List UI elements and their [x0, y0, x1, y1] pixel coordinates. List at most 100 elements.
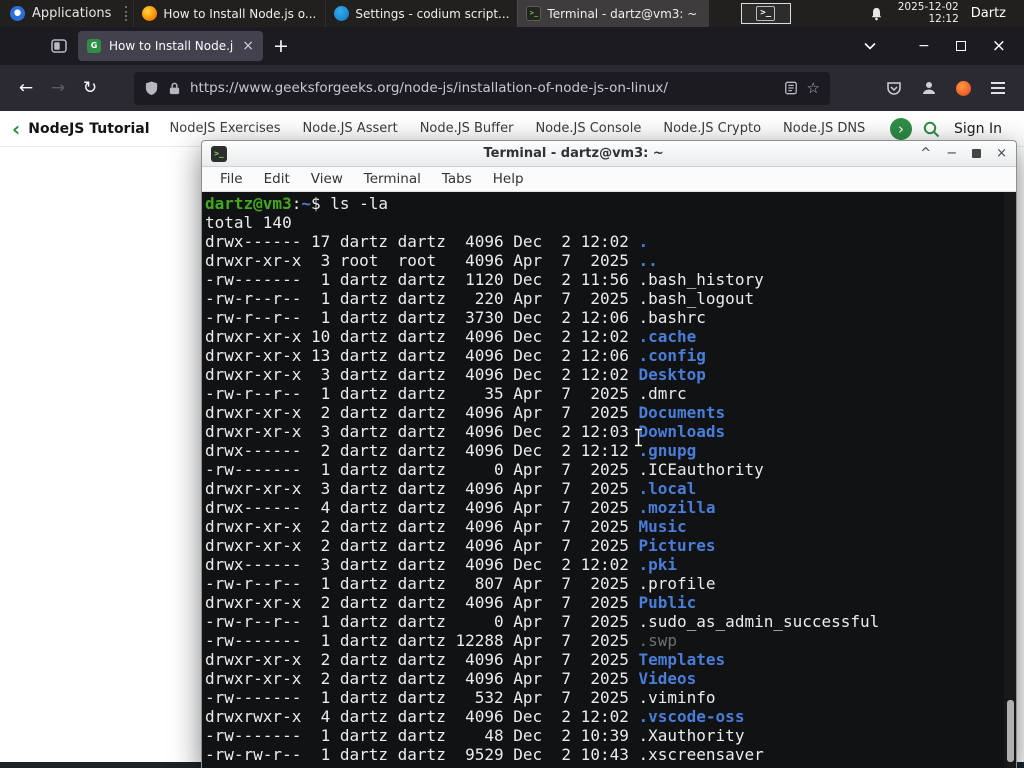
taskbar: How to Install Node.js o... Settings - co…	[133, 0, 710, 27]
firefox-icon	[142, 6, 158, 21]
taskbar-item[interactable]: Settings - codium script...	[325, 0, 517, 27]
terminal-menubar: File Edit View Terminal Tabs Help	[202, 167, 1016, 192]
terminal-line: drwxr-xr-x 2 dartz dartz 4096 Apr 7 2025…	[205, 517, 687, 536]
list-all-tabs-icon[interactable]	[864, 42, 876, 50]
site-nav-item[interactable]: Node.JS Assert	[303, 121, 398, 136]
reader-view-icon[interactable]	[784, 81, 798, 95]
window-minimize-button[interactable]: −	[918, 38, 930, 54]
terminal-line: -rw-r--r-- 1 dartz dartz 220 Apr 7 2025 …	[205, 289, 755, 308]
taskbar-item-title: How to Install Node.js o...	[163, 6, 317, 21]
site-nav-item[interactable]: Node.JS Console	[535, 121, 641, 136]
terminal-menu-item[interactable]: View	[311, 171, 343, 187]
terminal-line: -rw------- 1 dartz dartz 532 Apr 7 2025 …	[205, 688, 716, 707]
sign-in-button[interactable]: Sign In	[954, 121, 1002, 137]
notification-bell-icon[interactable]	[869, 6, 884, 22]
site-nav-item[interactable]: Node.JS DNS	[783, 121, 865, 136]
taskbar-item[interactable]: >_ Terminal - dartz@vm3: ~	[517, 0, 710, 27]
terminal-line: -rw------- 1 dartz dartz 48 Dec 2 10:39 …	[205, 726, 745, 745]
lock-icon[interactable]	[168, 81, 181, 96]
terminal-minimize-button[interactable]: −	[946, 147, 957, 160]
terminal-output: dartz@vm3:~$ ls -la total 140 drwx------ 1…	[205, 194, 1002, 764]
applications-label: Applications	[32, 6, 112, 21]
terminal-menu-item[interactable]: Terminal	[364, 171, 421, 187]
terminal-line: drwx------ 4 dartz dartz 4096 Apr 7 2025…	[205, 498, 716, 517]
terminal-app-icon: >_	[211, 145, 227, 162]
terminal-line: drwxr-xr-x 13 dartz dartz 4096 Dec 2 12:…	[205, 346, 706, 365]
terminal-scrollbar[interactable]	[1004, 192, 1016, 768]
new-tab-button[interactable]: +	[273, 35, 289, 57]
terminal-line: drwxr-xr-x 3 dartz dartz 4096 Apr 7 2025…	[205, 479, 697, 498]
terminal-line: drwxr-xr-x 3 dartz dartz 4096 Dec 2 12:0…	[205, 365, 706, 384]
reload-button[interactable]: ↻	[74, 72, 106, 104]
taskbar-item-title: Terminal - dartz@vm3: ~	[547, 6, 698, 21]
terminal-line: drwxr-xr-x 2 dartz dartz 4096 Apr 7 2025…	[205, 669, 697, 688]
terminal-titlebar[interactable]: >_ Terminal - dartz@vm3: ~ ^ − ×	[202, 141, 1016, 167]
terminal-maximize-button[interactable]	[972, 149, 982, 158]
terminal-line: -rw------- 1 dartz dartz 12288 Apr 7 202…	[205, 631, 678, 650]
terminal-window-controls: ^ − ×	[920, 147, 1007, 160]
panel-user-label: Dartz	[970, 6, 1006, 21]
terminal-menu-item[interactable]: Edit	[264, 171, 290, 187]
site-nav-item[interactable]: NodeJS Exercises	[170, 121, 281, 136]
browser-navbar: ← → ↻ https://www.geeksforgeeks.org/node…	[0, 65, 1024, 111]
clock-date: 2025-12-02	[897, 1, 959, 13]
top-panel: Applications How to Install Node.js o...…	[0, 0, 1024, 27]
terminal-prompt-line: dartz@vm3:~$ ls -la	[205, 194, 389, 213]
panel-right: >_ 2025-12-02 12:12 Dartz	[740, 1, 1024, 25]
terminal-menu-item[interactable]: File	[220, 171, 243, 187]
terminal-menu-item[interactable]: Tabs	[442, 171, 472, 187]
nav-scroll-right-icon[interactable]: ›	[890, 117, 912, 140]
applications-icon	[10, 6, 25, 21]
browser-window-controls: − ×	[918, 36, 1006, 56]
terminal-total-line: total 140	[205, 213, 292, 232]
terminal-menu-item[interactable]: Help	[493, 171, 524, 187]
extension-icon[interactable]	[956, 80, 971, 96]
bookmark-star-icon[interactable]: ☆	[807, 79, 820, 97]
menu-hamburger-icon[interactable]	[990, 81, 1006, 95]
firefox-view-icon[interactable]	[46, 33, 72, 59]
site-nav-primary[interactable]: NodeJS Tutorial	[28, 121, 149, 137]
forward-button[interactable]: →	[42, 72, 74, 104]
terminal-line: drwxr-xr-x 3 dartz dartz 4096 Dec 2 12:0…	[205, 422, 726, 441]
terminal-title: Terminal - dartz@vm3: ~	[483, 146, 664, 161]
window-close-button[interactable]: ×	[992, 36, 1006, 56]
site-nav-items: NodeJS Exercises Node.JS Assert Node.JS Bu…	[170, 121, 880, 136]
site-nav-item[interactable]: Node.JS Crypto	[663, 121, 761, 136]
back-button[interactable]: ←	[10, 72, 42, 104]
terminal-line: drwxr-xr-x 2 dartz dartz 4096 Apr 7 2025…	[205, 536, 716, 555]
browser-tab[interactable]: G How to Install Node.js on ×	[78, 31, 263, 61]
account-icon[interactable]	[921, 80, 937, 96]
url-bar[interactable]: https://www.geeksforgeeks.org/node-js/in…	[134, 71, 830, 105]
toolbar-right-icons	[886, 80, 1006, 96]
applications-menu[interactable]: Applications	[0, 0, 121, 27]
terminal-line: -rw-r--r-- 1 dartz dartz 0 Apr 7 2025 .s…	[205, 612, 880, 631]
geeksforgeeks-favicon: G	[87, 39, 101, 53]
terminal-shade-button[interactable]: ^	[920, 147, 931, 160]
pocket-icon[interactable]	[886, 80, 902, 96]
scrollbar-thumb[interactable]	[1007, 700, 1014, 762]
nav-scroll-left-icon[interactable]: ‹	[12, 117, 20, 141]
terminal-line: drwxr-xr-x 2 dartz dartz 4096 Apr 7 2025…	[205, 593, 697, 612]
browser-tabbar: G How to Install Node.js on × + − ×	[0, 27, 1024, 65]
tracking-shield-icon[interactable]	[144, 80, 159, 96]
terminal-glyph: >_	[756, 6, 776, 21]
terminal-line: drwxr-xr-x 2 dartz dartz 4096 Apr 7 2025…	[205, 403, 726, 422]
panel-clock[interactable]: 2025-12-02 12:12	[897, 1, 959, 25]
terminal-line: drwx------ 17 dartz dartz 4096 Dec 2 12:…	[205, 232, 649, 251]
terminal-line: -rw------- 1 dartz dartz 0 Apr 7 2025 .I…	[205, 460, 764, 479]
tab-close-icon[interactable]: ×	[242, 38, 254, 54]
site-nav-item[interactable]: Node.JS Buffer	[420, 121, 514, 136]
terminal-body[interactable]: dartz@vm3:~$ ls -la total 140 drwx------ 1…	[202, 192, 1016, 768]
terminal-line: drwxrwxr-x 4 dartz dartz 4096 Dec 2 12:0…	[205, 707, 745, 726]
window-maximize-button[interactable]	[955, 41, 966, 51]
codium-icon	[334, 6, 350, 21]
terminal-close-button[interactable]: ×	[996, 147, 1007, 160]
terminal-line: -rw------- 1 dartz dartz 1120 Dec 2 11:5…	[205, 270, 764, 289]
terminal-line: drwxr-xr-x 2 dartz dartz 4096 Apr 7 2025…	[205, 650, 726, 669]
tray-terminal-icon[interactable]: >_	[740, 3, 791, 24]
terminal-line: -rw-r--r-- 1 dartz dartz 35 Apr 7 2025 .…	[205, 384, 687, 403]
terminal-line: drwx------ 3 dartz dartz 4096 Dec 2 12:0…	[205, 555, 678, 574]
search-icon[interactable]	[922, 120, 940, 138]
taskbar-item[interactable]: How to Install Node.js o...	[133, 0, 325, 27]
terminal-icon: >_	[526, 6, 542, 21]
